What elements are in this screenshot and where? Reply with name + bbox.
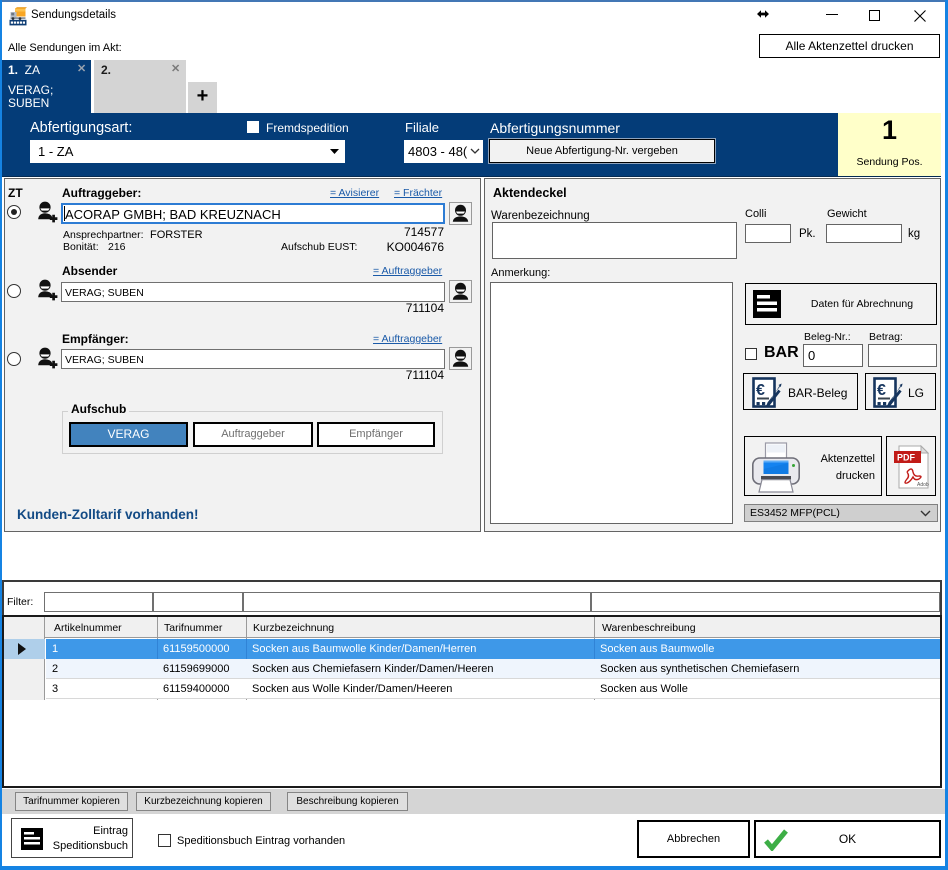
svg-text:Adobe: Adobe	[917, 482, 929, 488]
svg-text:PDF: PDF	[897, 453, 916, 463]
svg-text:€: €	[877, 382, 886, 399]
svg-text:€: €	[756, 382, 765, 399]
